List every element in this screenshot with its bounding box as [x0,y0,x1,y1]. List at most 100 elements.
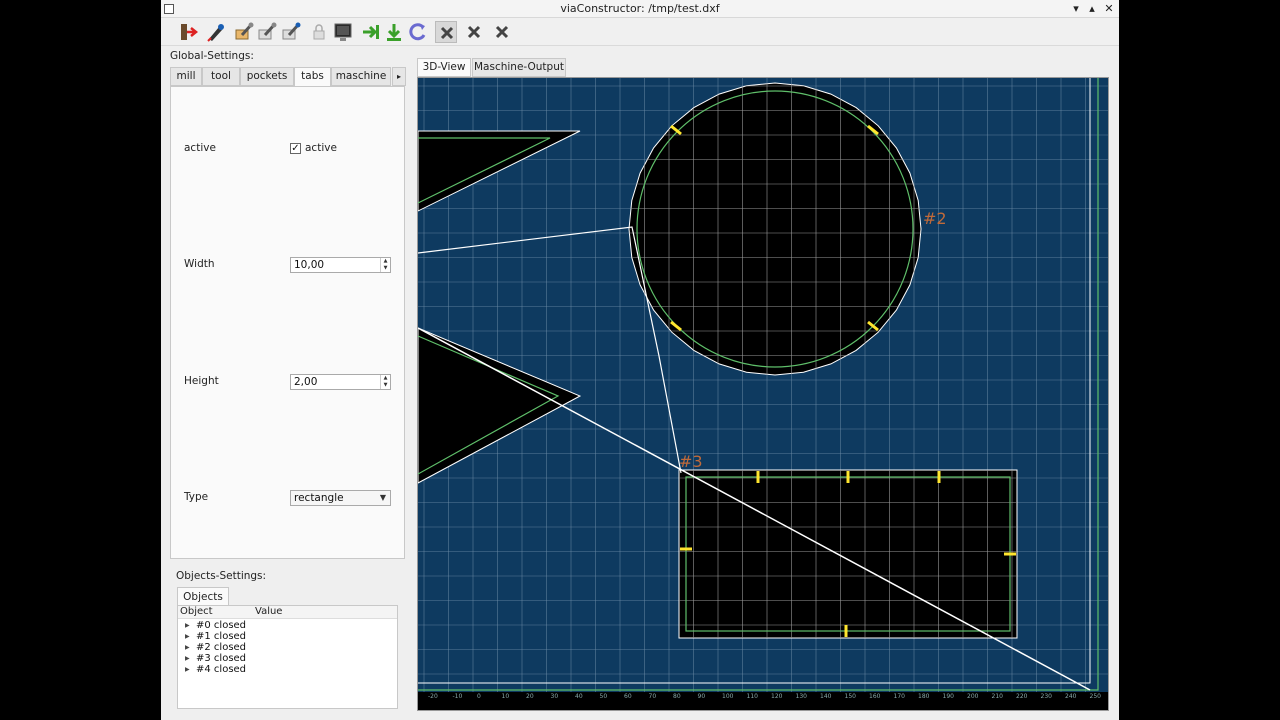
clear-button-1[interactable] [435,21,457,43]
download-button[interactable] [383,21,405,43]
height-label: Height [184,375,219,387]
expand-icon[interactable]: ▶ [185,620,190,631]
shape-triangle-bottom [418,327,582,484]
axis-tick-label: 120 [771,693,783,700]
tab-maschine-output[interactable]: Maschine-Output [472,58,566,77]
download-icon [387,24,401,41]
column-value[interactable]: Value [255,606,282,617]
object-label-rect: #3 [679,452,703,471]
tab-mill[interactable]: mill [170,67,202,86]
axis-tick-label: 50 [600,693,608,700]
global-settings-tabs: mill tool pockets tabs maschine ▸ [170,67,406,87]
tab-scroll-right-icon[interactable]: ▸ [392,67,406,86]
expand-icon[interactable]: ▶ [185,642,190,653]
height-value: 2,00 [294,376,318,388]
minimize-icon[interactable]: ▾ [1069,2,1083,16]
object-label-circle: #2 [923,209,947,228]
type-select[interactable]: rectangle ▼ [290,490,391,506]
expand-icon[interactable]: ▶ [185,653,190,664]
expand-icon[interactable]: ▶ [185,631,190,642]
tab-objects[interactable]: Objects [177,587,229,606]
maximize-icon[interactable]: ▴ [1085,2,1099,16]
load-button[interactable] [360,21,382,43]
active-checkbox-label[interactable]: active [305,142,337,154]
tree-row[interactable]: ▶ #1 closed [178,631,397,642]
axis-tick-label: -10 [453,693,463,700]
axis-tick-label: 220 [1016,693,1028,700]
axis-tick-label: -20 [428,693,438,700]
tool-button-1[interactable] [233,21,255,43]
tree-row[interactable]: ▶ #3 closed [178,653,397,664]
height-spinbox[interactable]: 2,00 ▲ ▼ [290,374,391,390]
height-stepper-icon[interactable]: ▲ ▼ [380,375,390,389]
tool-pen-icon [282,22,301,40]
tab-maschine[interactable]: maschine [331,67,391,86]
width-spinbox[interactable]: 10,00 ▲ ▼ [290,257,391,273]
tabs-settings-pane: active ✓ active Width 10,00 ▲ ▼ Height 2,… [170,86,405,559]
lock-button[interactable] [308,21,330,43]
axis-tick-label: 10 [502,693,510,700]
expand-icon[interactable]: ▶ [185,664,190,675]
shape-triangle-top [418,130,581,212]
tree-row[interactable]: ▶ #0 closed [178,620,397,631]
axis-tick-label: 150 [845,693,857,700]
edit-icon [207,24,224,42]
objects-tree[interactable]: Object Value ▶ #0 closed ▶ #1 closed ▶ #2 c… [177,605,398,709]
axis-tick-label: 130 [796,693,808,700]
axis-tick-label: 80 [673,693,681,700]
axis-tick-label: 180 [918,693,930,700]
type-value: rectangle [294,492,344,504]
width-label: Width [184,258,215,270]
axis-tick-label: 250 [1090,693,1102,700]
active-checkbox[interactable]: ✓ [290,143,301,154]
axis-tick-label: 170 [894,693,906,700]
clear-button-2[interactable] [463,21,485,43]
exit-icon [181,24,199,40]
column-object[interactable]: Object [180,606,213,617]
axis-tick-label: 100 [722,693,734,700]
reload-icon [409,23,426,41]
axis-tick-label: 60 [624,693,632,700]
tool-button-3[interactable] [280,21,302,43]
cad-drawing[interactable]: #2 #3 -20 -10 0 10 20 30 40 50 60 70 80 90 100 110 120 13… [418,78,1109,711]
tree-row[interactable]: ▶ #4 closed [178,664,397,675]
axis-tick-label: 200 [967,693,979,700]
3d-view-canvas[interactable]: #2 #3 -20 -10 0 10 20 30 40 50 60 70 80 90 100 110 120 13… [417,77,1109,711]
clear-button-3[interactable] [491,21,513,43]
axis-tick-label: 70 [649,693,657,700]
tool-pen-icon [235,22,254,40]
exit-button[interactable] [177,21,199,43]
axis-tick-label: 20 [526,693,534,700]
axis-tick-label: 40 [575,693,583,700]
draw-button[interactable] [205,21,227,43]
tab-pockets[interactable]: pockets [240,67,294,86]
toolbar [161,18,1119,46]
close-icon [495,25,509,39]
axis-tick-label: 190 [943,693,955,700]
chevron-down-icon: ▼ [379,493,386,502]
title-bar: viaConstructor: /tmp/test.dxf ▾ ▴ ✕ [161,0,1119,18]
tab-tool[interactable]: tool [202,67,240,86]
axis-tick-label: 30 [551,693,559,700]
arrow-right-icon [363,25,379,39]
tree-row[interactable]: ▶ #2 closed [178,642,397,653]
tab-3d-view[interactable]: 3D-View [417,58,471,77]
axis-tick-label: 140 [820,693,832,700]
tool-pen-icon [258,22,277,40]
axis-strip [418,692,1108,710]
type-label: Type [184,491,209,503]
window-title: viaConstructor: /tmp/test.dxf [560,2,720,15]
global-settings-label: Global-Settings: [170,50,254,62]
reload-button[interactable] [407,21,429,43]
tab-tabs[interactable]: tabs [294,67,331,87]
monitor-button[interactable] [332,21,354,43]
close-icon [440,26,454,40]
width-stepper-icon[interactable]: ▲ ▼ [380,258,390,272]
close-icon [467,25,481,39]
objects-tree-header: Object Value [178,606,397,619]
close-window-icon[interactable]: ✕ [1102,2,1116,16]
axis-tick-label: 0 [477,693,481,700]
tool-button-2[interactable] [256,21,278,43]
axis-tick-label: 210 [992,693,1004,700]
app-window: viaConstructor: /tmp/test.dxf ▾ ▴ ✕ Glob… [161,0,1119,720]
